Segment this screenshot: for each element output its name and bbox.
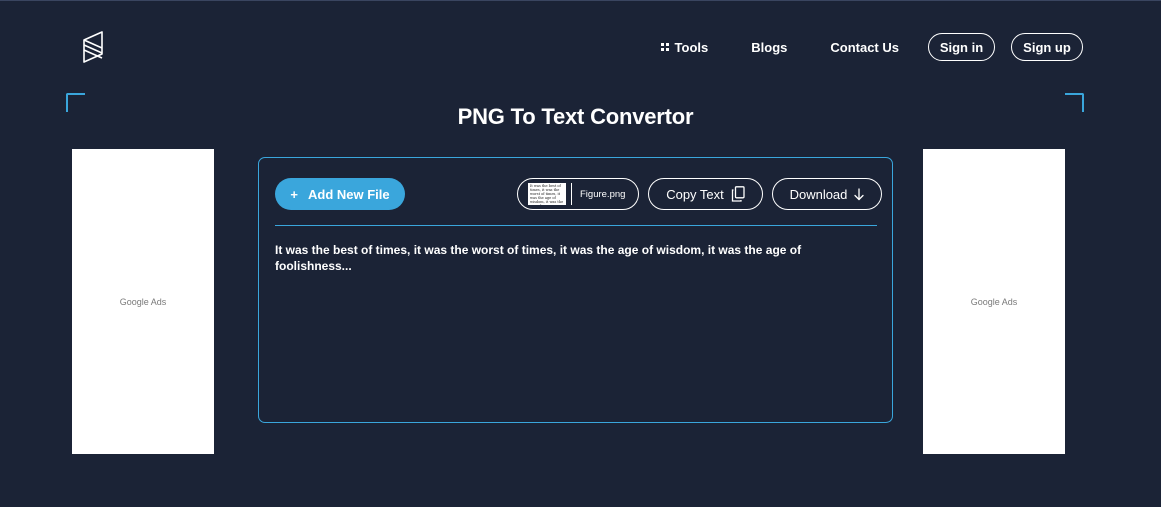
plus-icon: +: [290, 186, 298, 202]
grid-icon: [660, 43, 669, 51]
panel-divider: [275, 225, 877, 226]
add-new-file-label: Add New File: [307, 186, 390, 202]
extracted-text-output[interactable]: It was the best of times, it was the wor…: [275, 242, 823, 274]
logo-icon[interactable]: [82, 30, 106, 64]
copy-text-label: Copy Text: [666, 186, 724, 202]
add-new-file-button[interactable]: + Add New File: [275, 178, 405, 210]
nav-tools[interactable]: Tools: [660, 39, 709, 55]
main-nav: Tools Blogs Contact Us Sign in Sign up: [660, 33, 1083, 61]
converter-panel: + Add New File It was the best of times,…: [258, 157, 893, 423]
nav-blogs[interactable]: Blogs: [751, 40, 787, 55]
nav-tools-label: Tools: [674, 39, 709, 55]
file-thumbnail: It was the best of times, it was the wor…: [528, 183, 566, 205]
google-ads-left[interactable]: Google Ads: [72, 149, 214, 454]
file-name: Figure.png: [580, 188, 626, 200]
copy-icon: [731, 186, 745, 202]
copy-text-button[interactable]: Copy Text: [648, 178, 763, 210]
download-button[interactable]: Download: [772, 178, 882, 210]
chip-divider: [571, 183, 572, 205]
uploaded-file-chip[interactable]: It was the best of times, it was the wor…: [517, 178, 639, 210]
top-border: [0, 0, 1161, 1]
nav-contact-us[interactable]: Contact Us: [830, 40, 899, 55]
google-ads-right[interactable]: Google Ads: [923, 149, 1065, 454]
arrow-down-icon: [854, 187, 865, 201]
sign-in-button[interactable]: Sign in: [928, 33, 995, 61]
download-label: Download: [789, 186, 848, 202]
page-title: PNG To Text Convertor: [457, 104, 694, 129]
sign-up-button[interactable]: Sign up: [1011, 33, 1083, 61]
